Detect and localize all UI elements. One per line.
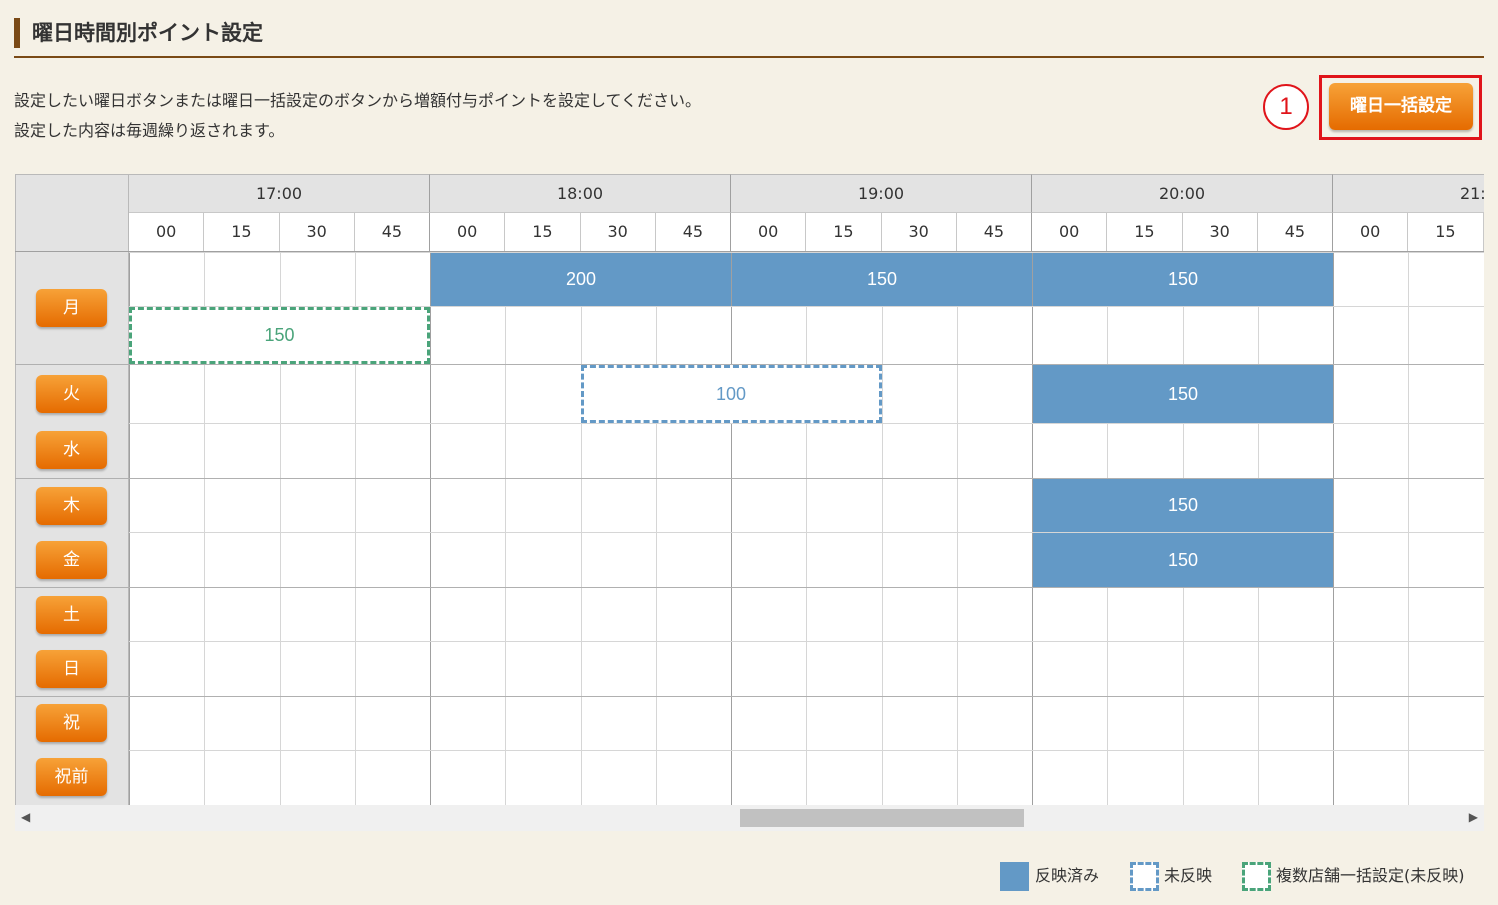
hour-header-1900: 19:00 bbox=[731, 174, 1032, 213]
grid-corner bbox=[15, 174, 129, 252]
grid-column-line bbox=[1483, 252, 1484, 805]
minute-header-2000-00: 00 bbox=[1032, 213, 1108, 251]
callout-number: 1 bbox=[1263, 84, 1309, 130]
minute-header-1900-15: 15 bbox=[806, 213, 882, 251]
point-block-applied[interactable]: 150 bbox=[1033, 479, 1333, 532]
schedule-grid: 17:00 00 15 30 45 18:00 00 15 30 45 19:00 00 15 30 45 2… bbox=[15, 174, 1484, 831]
legend-pending-swatch bbox=[1130, 862, 1159, 891]
legend-multi-label: 複数店舗一括設定(未反映) bbox=[1276, 866, 1465, 885]
minute-header-2100-15: 15 bbox=[1408, 213, 1484, 251]
minute-header-2000-15: 15 bbox=[1107, 213, 1183, 251]
day-button-水[interactable]: 水 bbox=[36, 431, 107, 469]
day-button-日[interactable]: 日 bbox=[36, 650, 107, 688]
grid-row-line bbox=[129, 641, 1484, 642]
minute-header-1700-45: 45 bbox=[354, 213, 430, 251]
day-button-金[interactable]: 金 bbox=[36, 541, 107, 579]
minute-header-1800-45: 45 bbox=[655, 213, 731, 251]
day-button-祝[interactable]: 祝 bbox=[36, 704, 107, 742]
hour-header-2100: 21:00 bbox=[1333, 174, 1484, 213]
minute-header-1800-30: 30 bbox=[580, 213, 656, 251]
minute-header-2000-45: 45 bbox=[1257, 213, 1333, 251]
grid-row-line bbox=[15, 696, 1484, 697]
day-button-祝前[interactable]: 祝前 bbox=[36, 758, 107, 796]
point-block-applied[interactable]: 150 bbox=[1033, 253, 1333, 306]
legend-applied-label: 反映済み bbox=[1035, 866, 1100, 885]
bulk-day-setting-button[interactable]: 曜日一括設定 bbox=[1329, 83, 1473, 130]
grid-column-line bbox=[956, 252, 958, 805]
description-line-2: 設定した内容は毎週繰り返されます。 bbox=[14, 121, 285, 140]
page-title-bar: 曜日時間別ポイント設定 bbox=[14, 14, 1484, 58]
grid-column-line bbox=[806, 252, 808, 805]
hour-header-2000: 20:00 bbox=[1032, 174, 1333, 213]
legend-applied-swatch bbox=[1000, 862, 1029, 891]
grid-row-line bbox=[15, 587, 1484, 588]
grid-column-line bbox=[1408, 252, 1410, 805]
hour-header-1700: 17:00 bbox=[129, 174, 430, 213]
point-block-pending[interactable]: 100 bbox=[580, 365, 882, 423]
minute-header-1700-30: 30 bbox=[279, 213, 355, 251]
scroll-right-arrow-icon[interactable]: ▶ bbox=[1469, 810, 1478, 824]
minute-header-2100-30: 30 bbox=[1483, 213, 1484, 251]
page-title: 曜日時間別ポイント設定 bbox=[32, 21, 263, 45]
grid-column-line bbox=[731, 252, 732, 805]
point-block-applied[interactable]: 150 bbox=[1033, 533, 1333, 587]
minute-header-1800-15: 15 bbox=[505, 213, 581, 251]
point-block-applied[interactable]: 150 bbox=[732, 253, 1032, 306]
description: 設定したい曜日ボタンまたは曜日一括設定のボタンから増額付与ポイントを設定してくだ… bbox=[14, 86, 701, 146]
legend-pending-label: 未反映 bbox=[1164, 866, 1213, 885]
point-block-applied[interactable]: 200 bbox=[431, 253, 731, 306]
title-accent-bar bbox=[14, 18, 20, 48]
minute-header-1800-00: 00 bbox=[430, 213, 506, 251]
hour-header-1800: 18:00 bbox=[430, 174, 731, 213]
minute-header-1700-00: 00 bbox=[129, 213, 205, 251]
horizontal-scrollbar[interactable]: ◀ ▶ bbox=[15, 805, 1484, 831]
scroll-left-arrow-icon[interactable]: ◀ bbox=[21, 810, 30, 824]
minute-header-1900-00: 00 bbox=[731, 213, 807, 251]
minute-header-1900-45: 45 bbox=[956, 213, 1032, 251]
point-block-multi[interactable]: 150 bbox=[129, 307, 430, 364]
grid-column-line bbox=[580, 252, 582, 805]
day-button-火[interactable]: 火 bbox=[36, 375, 107, 413]
grid-column-line bbox=[430, 252, 431, 805]
day-button-木[interactable]: 木 bbox=[36, 487, 107, 525]
legend-multi-swatch bbox=[1242, 862, 1271, 891]
minute-header-2000-30: 30 bbox=[1182, 213, 1258, 251]
grid-column-line bbox=[655, 252, 657, 805]
minute-header-1900-30: 30 bbox=[881, 213, 957, 251]
grid-column-line bbox=[505, 252, 507, 805]
grid-column-line bbox=[881, 252, 883, 805]
day-button-土[interactable]: 土 bbox=[36, 596, 107, 634]
grid-row-line bbox=[129, 750, 1484, 751]
scrollbar-thumb[interactable] bbox=[740, 809, 1024, 827]
point-block-applied[interactable]: 150 bbox=[1033, 365, 1333, 423]
description-line-1: 設定したい曜日ボタンまたは曜日一括設定のボタンから増額付与ポイントを設定してくだ… bbox=[14, 91, 702, 110]
day-button-月[interactable]: 月 bbox=[36, 289, 107, 327]
minute-header-1700-15: 15 bbox=[204, 213, 280, 251]
grid-column-line bbox=[1333, 252, 1334, 805]
minute-header-2100-00: 00 bbox=[1333, 213, 1409, 251]
grid-row-line bbox=[129, 423, 1484, 424]
